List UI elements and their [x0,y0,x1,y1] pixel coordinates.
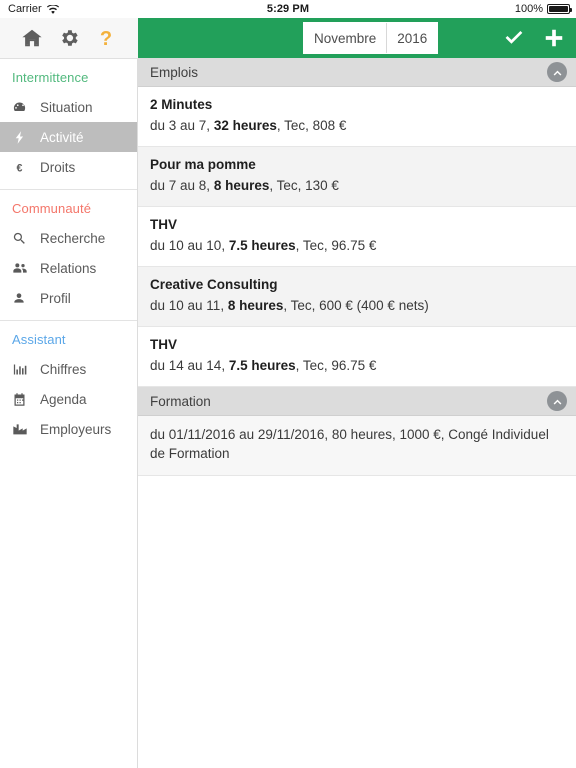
sidebar-item-label: Employeurs [40,421,112,437]
status-bar-right: 100% [514,3,572,15]
sidebar-item-label: Droits [40,159,76,175]
job-details: du 14 au 14, 7.5 heures, Tec, 96.75 € [150,357,564,375]
dashboard-gauge-icon [12,100,30,115]
sidebar-item-label: Situation [40,99,93,115]
job-dates: du 7 au 8, [150,177,214,193]
table-row[interactable]: THV du 14 au 14, 7.5 heures, Tec, 96.75 … [138,327,576,388]
period-year-field[interactable]: 2016 [387,23,438,53]
status-bar-time: 5:29 PM [266,3,310,15]
svg-text:€: € [17,162,23,174]
job-details: du 7 au 8, 8 heures, Tec, 130 € [150,177,564,195]
calendar-icon [12,392,30,407]
table-row[interactable]: Pour ma pomme du 7 au 8, 8 heures, Tec, … [138,147,576,208]
sidebar-item-label: Agenda [40,391,87,407]
sidebar-item-droits[interactable]: € Droits [0,152,137,182]
job-hours: 8 heures [227,298,284,314]
formation-details: du 01/11/2016 au 29/11/2016, 80 heures, … [150,427,549,462]
battery-percentage-label: 100% [514,3,543,15]
job-rest: , Tec, 600 € (400 € nets) [283,298,429,314]
job-hours: 7.5 heures [228,238,296,254]
sidebar-item-employeurs[interactable]: Employeurs [0,414,137,444]
sidebar-item-situation[interactable]: Situation [0,92,137,122]
home-icon[interactable] [19,25,45,51]
job-dates: du 10 au 10, [150,238,229,254]
sidebar-group-title-communaute: Communauté [12,201,92,216]
job-dates: du 3 au 7, [150,117,214,133]
section-title: Emplois [150,64,199,80]
header-actions [502,26,566,50]
job-title: THV [150,337,177,353]
table-row[interactable]: THV du 10 au 10, 7.5 heures, Tec, 96.75 … [138,207,576,268]
sidebar-item-relations[interactable]: Relations [0,253,137,283]
sidebar-item-label: Chiffres [40,361,87,377]
sidebar-group-title-intermittence: Intermittence [12,70,89,85]
job-title: Pour ma pomme [150,157,256,173]
add-plus-icon[interactable] [542,26,566,50]
search-icon [12,231,30,246]
chevron-up-circle-icon[interactable] [547,62,567,82]
table-row[interactable]: du 01/11/2016 au 29/11/2016, 80 heures, … [138,416,576,477]
sidebar-group-title-assistant: Assistant [12,332,66,347]
job-dates: du 14 au 14, [150,358,229,374]
left-toolbar: ? [0,18,138,58]
job-details: du 3 au 7, 32 heures, Tec, 808 € [150,117,564,135]
validate-check-icon[interactable] [502,26,526,50]
lightning-bolt-icon [12,130,30,145]
euro-icon: € [12,160,30,175]
chevron-up-circle-icon[interactable] [547,391,567,412]
period-picker[interactable]: Novembre 2016 [303,22,439,54]
section-header-formation[interactable]: Formation [138,387,576,417]
table-row[interactable]: Creative Consulting du 10 au 11, 8 heure… [138,267,576,328]
job-hours: 7.5 heures [228,358,296,374]
table-row[interactable]: 2 Minutes du 3 au 7, 32 heures, Tec, 808… [138,87,576,148]
gear-icon[interactable] [56,25,82,51]
job-rest: , Tec, 808 € [276,117,347,133]
job-dates: du 10 au 11, [150,298,228,314]
sidebar-item-recherche[interactable]: Recherche [0,223,137,253]
factory-icon [12,421,30,437]
sidebar-item-label: Relations [40,260,97,276]
job-rest: , Tec, 130 € [269,177,339,193]
main-content: Emplois 2 Minutes du 3 au 7, 32 heures, … [138,58,576,768]
section-header-emplois[interactable]: Emplois [138,58,576,87]
sidebar: Intermittence Situation Activité € Droit… [0,59,138,768]
sidebar-item-activite[interactable]: Activité [0,122,137,152]
users-group-icon [12,260,30,276]
sidebar-item-label: Recherche [40,230,106,246]
job-hours: 8 heures [213,177,270,193]
job-details: du 10 au 10, 7.5 heures, Tec, 96.75 € [150,237,564,255]
battery-full-icon [547,4,572,14]
job-title: THV [150,217,177,233]
job-details: du 10 au 11, 8 heures, Tec, 600 € (400 €… [150,297,564,315]
user-icon [12,291,30,305]
job-hours: 32 heures [213,117,277,133]
sidebar-item-agenda[interactable]: Agenda [0,384,137,414]
svg-text:?: ? [100,28,112,50]
status-bar: Carrier 5:29 PM 100% [0,0,576,18]
bar-chart-icon [12,362,30,377]
sidebar-item-profil[interactable]: Profil [0,283,137,313]
job-rest: , Tec, 96.75 € [295,358,377,374]
sidebar-item-label: Profil [40,290,71,306]
job-title: Creative Consulting [150,277,278,293]
help-question-icon[interactable]: ? [93,25,119,51]
job-title: 2 Minutes [150,97,213,112]
job-rest: , Tec, 96.75 € [295,238,377,254]
section-title: Formation [150,393,211,409]
sidebar-item-chiffres[interactable]: Chiffres [0,354,137,384]
app-header: Novembre 2016 [138,18,576,58]
period-month-field[interactable]: Novembre [304,23,388,53]
sidebar-item-label: Activité [40,129,84,145]
